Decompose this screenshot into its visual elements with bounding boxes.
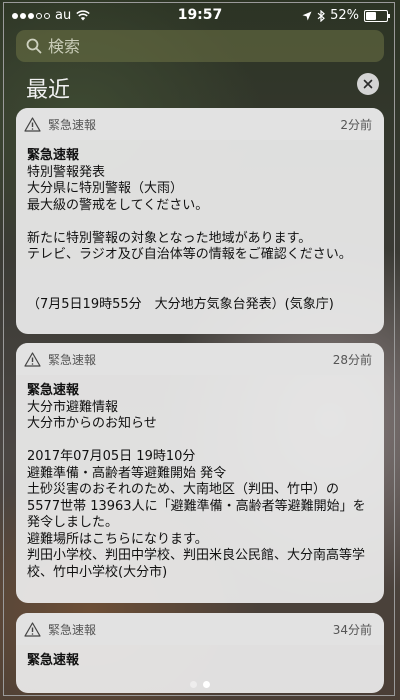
- notification-time: 2分前: [340, 117, 372, 132]
- message-line: 大分市からのお知らせ: [27, 416, 157, 431]
- search-bar[interactable]: [16, 30, 384, 62]
- message-line: 避難準備・高齢者等避難開始 発令: [27, 465, 227, 481]
- close-icon: [363, 79, 373, 89]
- notification-message: 大分市避難情報 大分市からのお知らせ 2017年07月05日 19時10分 避難準備・…: [27, 400, 373, 582]
- notification-header: 緊急速報 28分前: [16, 343, 384, 375]
- notification-time: 28分前: [332, 352, 372, 367]
- warning-icon: [24, 351, 41, 367]
- notification-title: 緊急速報: [27, 653, 80, 668]
- notification-app-name: 緊急速報: [48, 622, 97, 637]
- section-title-recent: 最近: [26, 78, 71, 103]
- warning-icon: [24, 621, 41, 637]
- notification-card[interactable]: 緊急速報 28分前 緊急速報 大分市避難情報 大分市からのお知らせ 2017年07月…: [16, 343, 384, 603]
- status-bar: au 19:57 52%: [0, 0, 400, 30]
- notification-message: 特別警報発表 大分県に特別警報（大雨） 最大級の警戒をしてください。新たに特別警報の…: [27, 165, 373, 314]
- message-line: テレビ、ラジオ及び自治体等の情報をご確認ください。: [27, 247, 352, 262]
- message-line: 校、竹中小学校(大分市): [27, 564, 168, 580]
- message-line: 特別警報発表: [27, 164, 106, 180]
- notification-app-name: 緊急速報: [48, 117, 97, 132]
- message-line: 発令しました。: [27, 515, 119, 530]
- message-line: 最大級の警戒をしてください。: [27, 197, 209, 213]
- message-line: 大分市避難情報: [27, 399, 119, 415]
- page-dot-2[interactable]: [203, 681, 210, 688]
- bluetooth-icon: [317, 9, 326, 22]
- notification-body: 緊急速報 大分市避難情報 大分市からのお知らせ 2017年07月05日 19時10分…: [16, 375, 384, 591]
- search-icon: [26, 38, 42, 54]
- page-dot-1[interactable]: [190, 681, 197, 688]
- message-line: 判田小学校、判田中学校、判田米良公民館、大分南高等学: [27, 548, 366, 563]
- message-line: 避難場所はこちらになります。: [27, 531, 208, 547]
- clear-notifications-button[interactable]: [357, 73, 379, 95]
- message-line: 土砂災害のおそれのため、大南地区（判田、竹中）の: [27, 482, 340, 497]
- location-arrow-icon: [302, 11, 312, 20]
- status-right: 52%: [302, 8, 390, 23]
- notification-header: 緊急速報 34分前: [16, 613, 384, 645]
- notification-card[interactable]: 緊急速報 2分前 緊急速報 特別警報発表 大分県に特別警報（大雨） 最大級の警戒をし…: [16, 108, 384, 334]
- notification-time: 34分前: [332, 622, 372, 637]
- notification-title: 緊急速報: [27, 383, 80, 398]
- battery-icon: [364, 9, 390, 22]
- notification-title: 緊急速報: [27, 148, 80, 163]
- battery-percent: 52%: [330, 8, 359, 23]
- search-input[interactable]: [46, 35, 350, 57]
- notification-header: 緊急速報 2分前: [16, 108, 384, 140]
- message-line: 5577世帯 13963人に「避難準備・高齢者等避難開始」を: [27, 498, 366, 514]
- notification-app-name: 緊急速報: [48, 352, 97, 367]
- notification-body: 緊急速報 特別警報発表 大分県に特別警報（大雨） 最大級の警戒をしてください。新たに…: [16, 140, 384, 323]
- notification-body: 緊急速報: [16, 645, 384, 680]
- message-line: （7月5日19時55分 大分地方気象台発表）(気象庁): [27, 296, 334, 312]
- message-line: 2017年07月05日 19時10分: [27, 449, 196, 464]
- warning-icon: [24, 116, 41, 132]
- message-line: 新たに特別警報の対象となった地域があります。: [27, 230, 312, 246]
- page-indicator[interactable]: [0, 681, 400, 688]
- message-line: 大分県に特別警報（大雨）: [27, 181, 184, 196]
